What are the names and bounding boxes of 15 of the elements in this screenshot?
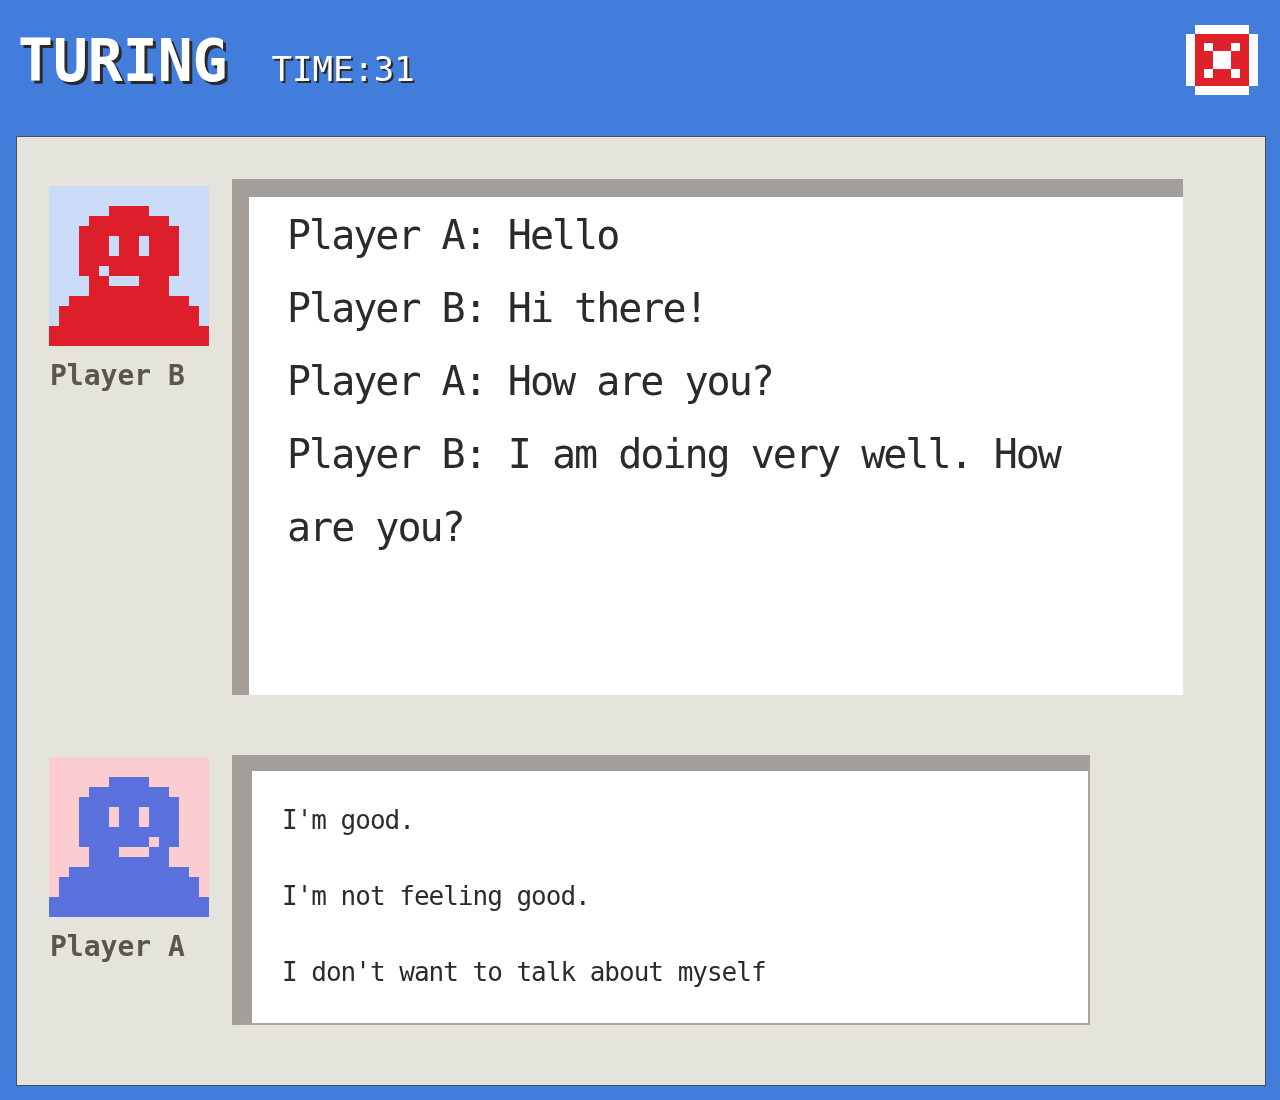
reply-option[interactable]: I'm good. bbox=[282, 782, 1068, 858]
chat-message: Player A: How are you? bbox=[287, 357, 774, 406]
reply-option[interactable]: I don't want to talk about myself bbox=[282, 934, 1068, 1010]
game-title: TURING bbox=[18, 32, 228, 90]
avatar-icon bbox=[49, 186, 209, 346]
close-button[interactable] bbox=[1186, 25, 1258, 95]
player-name: Player A bbox=[49, 929, 185, 965]
avatar-icon bbox=[49, 757, 209, 917]
close-icon bbox=[1186, 25, 1258, 95]
chat-message: Player A: Hello bbox=[287, 211, 620, 260]
timer-label: TIME:31 bbox=[271, 52, 415, 86]
reply-option[interactable]: I'm not feeling good. bbox=[282, 858, 1068, 934]
player-name: Player B bbox=[49, 358, 185, 394]
chat-message: Player B: I am doing very well. How are you? bbox=[287, 430, 1062, 552]
chat-message: Player B: Hi there! bbox=[287, 284, 708, 333]
